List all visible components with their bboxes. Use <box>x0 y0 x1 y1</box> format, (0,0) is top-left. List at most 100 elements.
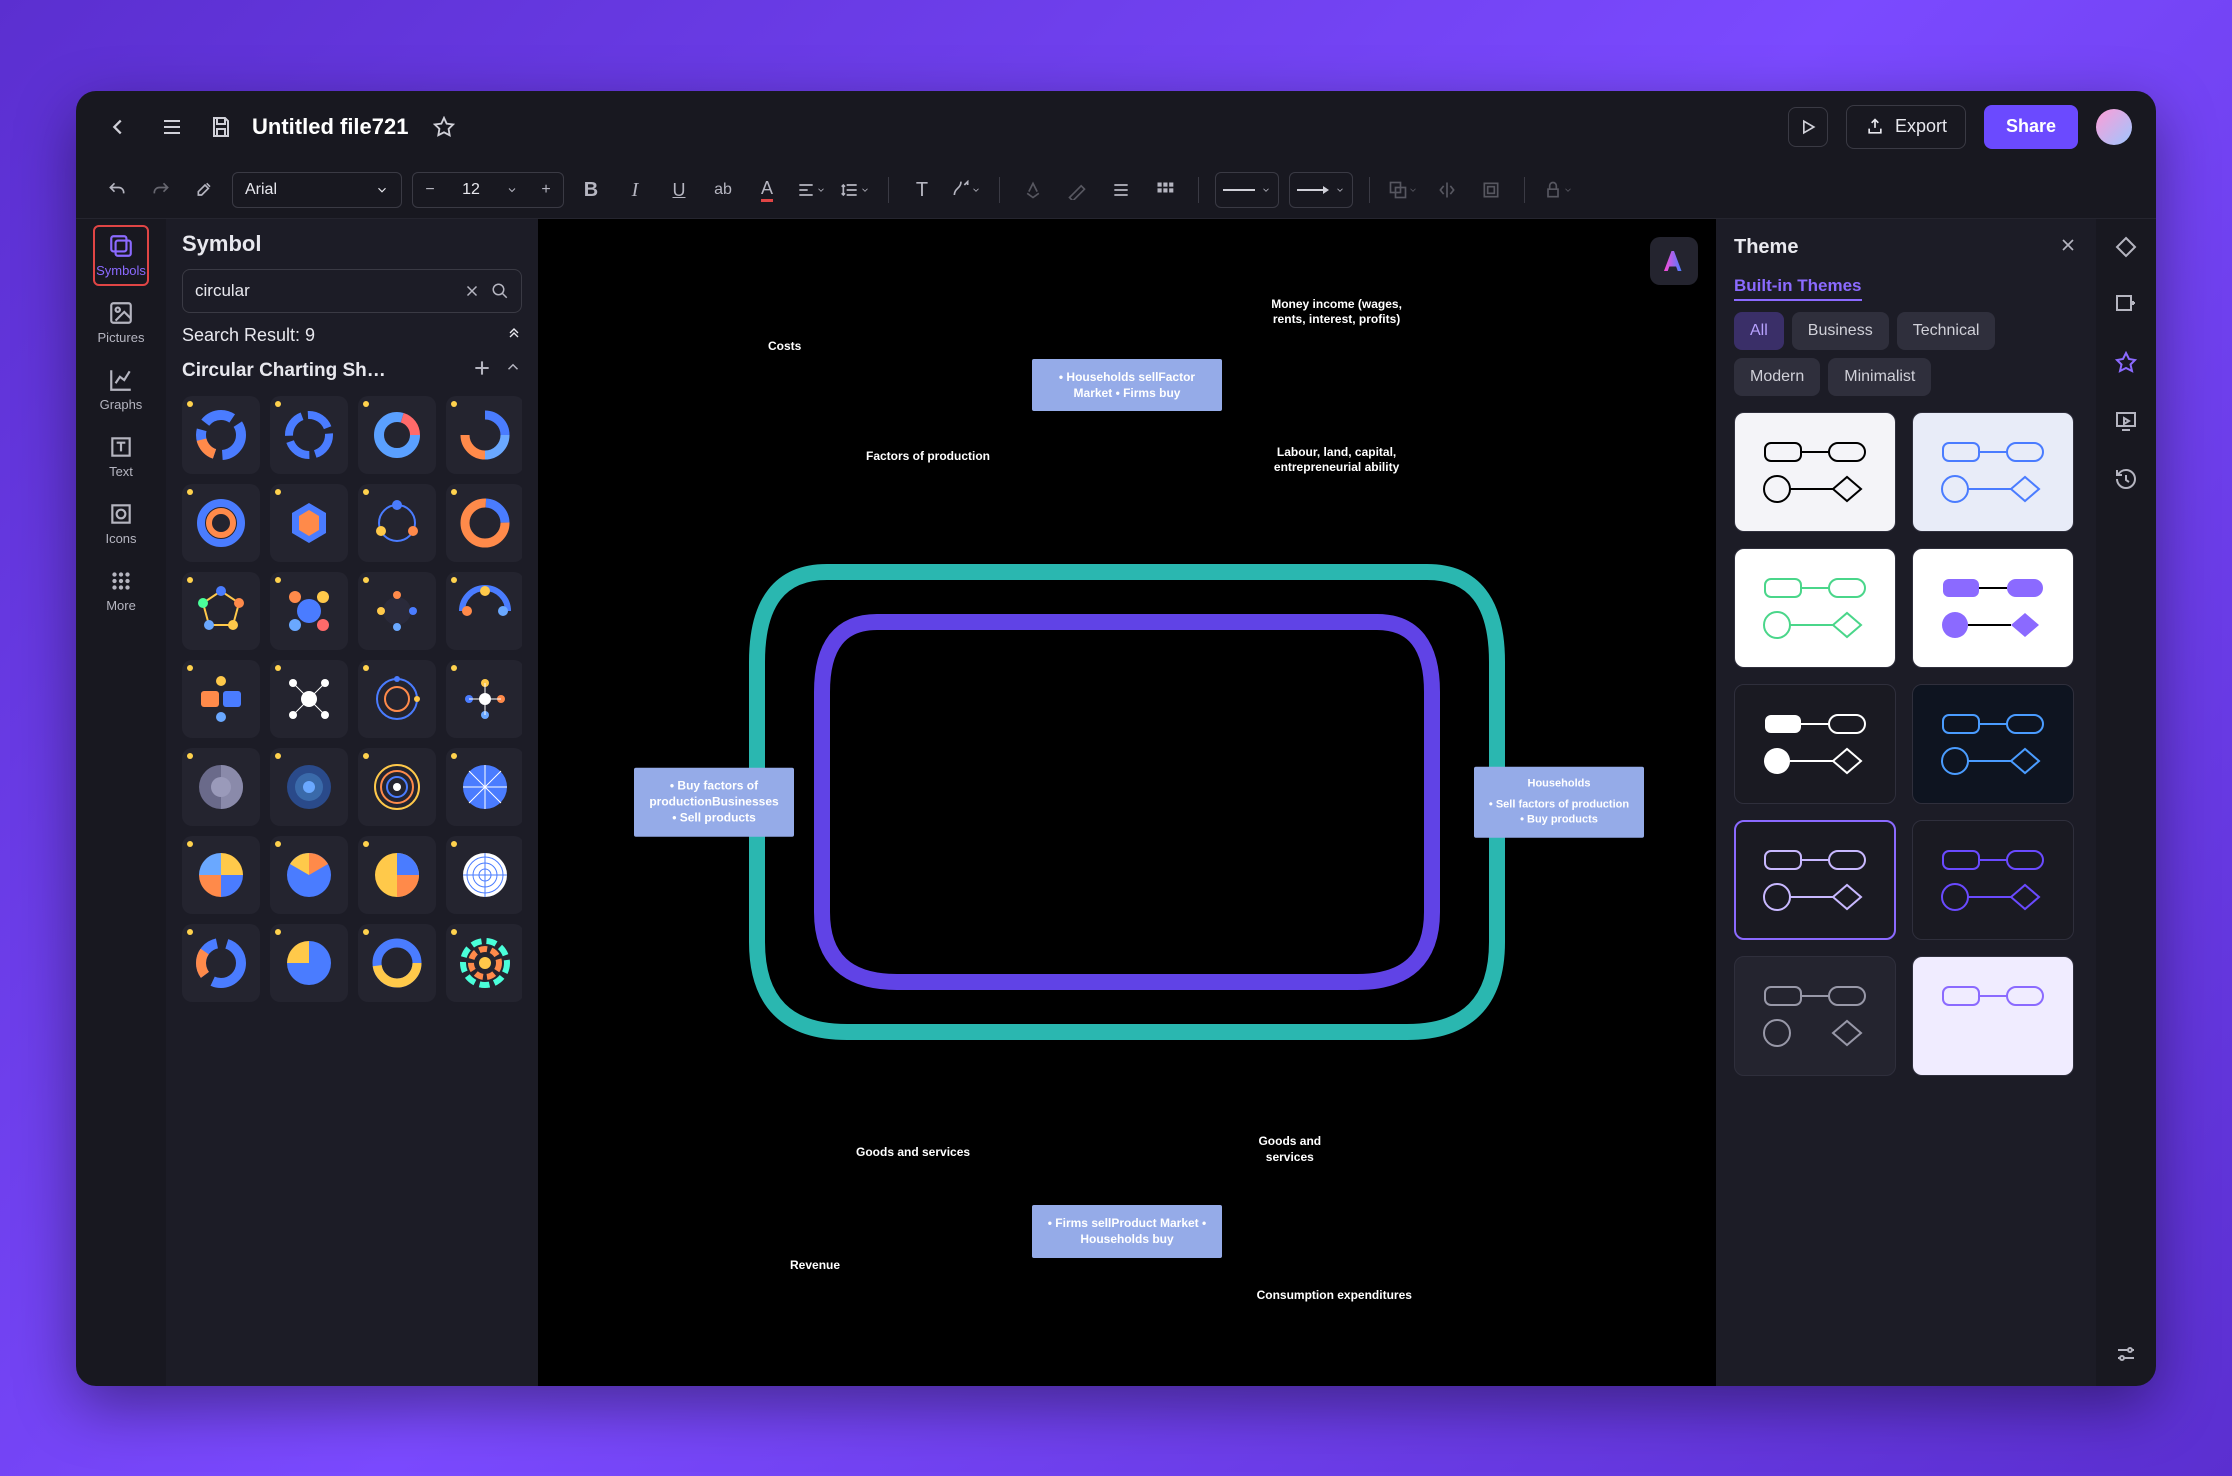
symbol-thumb[interactable] <box>446 572 522 650</box>
rail-icons[interactable]: Icons <box>93 493 149 554</box>
share-button[interactable]: Share <box>1984 105 2078 149</box>
box-product-market[interactable]: • Firms sellProduct Market • Households … <box>1032 1205 1222 1257</box>
format-painter-button[interactable] <box>188 173 222 207</box>
symbol-thumb[interactable] <box>270 748 348 826</box>
rail-present-icon[interactable] <box>2110 405 2142 437</box>
symbol-thumb[interactable] <box>358 748 436 826</box>
line-style-select[interactable] <box>1215 172 1279 208</box>
symbol-thumb[interactable] <box>182 572 260 650</box>
search-clear-button[interactable] <box>463 282 481 300</box>
grid-button[interactable] <box>1148 173 1182 207</box>
rail-graphs[interactable]: Graphs <box>93 359 149 420</box>
symbol-thumb[interactable] <box>182 924 260 1002</box>
menu-button[interactable] <box>154 109 190 145</box>
filter-all[interactable]: All <box>1734 312 1784 350</box>
symbol-thumb[interactable] <box>446 660 522 738</box>
symbol-thumb[interactable] <box>446 836 522 914</box>
theme-card[interactable] <box>1734 548 1896 668</box>
collapse-result-button[interactable] <box>506 325 522 346</box>
box-businesses[interactable]: • Buy factors of productionBusinesses • … <box>634 768 794 837</box>
redo-button[interactable] <box>144 173 178 207</box>
list-button[interactable] <box>1104 173 1138 207</box>
symbol-thumb[interactable] <box>270 660 348 738</box>
user-avatar[interactable] <box>2096 109 2132 145</box>
font-size-increase[interactable]: + <box>529 173 563 207</box>
search-submit-button[interactable] <box>491 282 509 300</box>
canvas-area[interactable]: • Households sellFactor Market • Firms b… <box>538 219 1716 1386</box>
symbol-thumb[interactable] <box>182 748 260 826</box>
text-color-button[interactable]: A <box>750 173 784 207</box>
box-factor-market[interactable]: • Households sellFactor Market • Firms b… <box>1032 359 1222 411</box>
symbol-thumb[interactable] <box>446 748 522 826</box>
rail-text[interactable]: Text <box>93 426 149 487</box>
layers-button[interactable] <box>1386 173 1420 207</box>
italic-button[interactable]: I <box>618 173 652 207</box>
font-size-dropdown[interactable] <box>495 173 529 207</box>
undo-button[interactable] <box>100 173 134 207</box>
rail-settings-icon[interactable] <box>2110 1338 2142 1370</box>
star-button[interactable] <box>426 109 462 145</box>
filter-minimalist[interactable]: Minimalist <box>1828 358 1931 396</box>
theme-card[interactable] <box>1734 412 1896 532</box>
rail-theme-icon[interactable] <box>2110 347 2142 379</box>
symbol-thumb[interactable] <box>270 924 348 1002</box>
save-icon[interactable] <box>208 114 234 140</box>
lock-button[interactable] <box>1541 173 1575 207</box>
symbol-thumb[interactable] <box>270 484 348 562</box>
theme-card[interactable] <box>1734 956 1896 1076</box>
symbol-thumb[interactable] <box>270 572 348 650</box>
fill-button[interactable] <box>1016 173 1050 207</box>
ai-badge[interactable] <box>1650 237 1698 285</box>
theme-card-selected[interactable] <box>1734 820 1896 940</box>
filter-technical[interactable]: Technical <box>1897 312 1996 350</box>
theme-card[interactable] <box>1912 548 2074 668</box>
connector-button[interactable] <box>949 173 983 207</box>
filter-business[interactable]: Business <box>1792 312 1889 350</box>
rail-insert-icon[interactable] <box>2110 289 2142 321</box>
line-spacing-button[interactable] <box>838 173 872 207</box>
font-size-value[interactable]: 12 <box>447 181 495 199</box>
symbol-search-input[interactable] <box>195 281 453 301</box>
export-button[interactable]: Export <box>1846 105 1966 149</box>
symbol-thumb[interactable] <box>358 660 436 738</box>
symbol-thumb[interactable] <box>182 396 260 474</box>
theme-card[interactable] <box>1912 684 2074 804</box>
symbol-thumb[interactable] <box>446 484 522 562</box>
strikethrough-button[interactable]: ab <box>706 173 740 207</box>
rail-pictures[interactable]: Pictures <box>93 292 149 353</box>
symbol-thumb[interactable] <box>358 924 436 1002</box>
symbol-thumb[interactable] <box>446 396 522 474</box>
symbol-thumb[interactable] <box>358 484 436 562</box>
symbol-thumb[interactable] <box>358 396 436 474</box>
rail-history-icon[interactable] <box>2110 463 2142 495</box>
font-select[interactable]: Arial <box>232 172 402 208</box>
arrow-style-select[interactable] <box>1289 172 1353 208</box>
align-button[interactable] <box>794 173 828 207</box>
highlight-button[interactable] <box>1060 173 1094 207</box>
theme-card[interactable] <box>1912 820 2074 940</box>
present-button[interactable] <box>1788 107 1828 147</box>
symbol-thumb[interactable] <box>182 484 260 562</box>
symbol-thumb[interactable] <box>270 396 348 474</box>
flip-button[interactable] <box>1430 173 1464 207</box>
symbol-thumb[interactable] <box>358 836 436 914</box>
symbol-thumb[interactable] <box>446 924 522 1002</box>
symbol-thumb[interactable] <box>182 836 260 914</box>
rail-more[interactable]: More <box>93 560 149 621</box>
group-button[interactable] <box>1474 173 1508 207</box>
symbol-thumb[interactable] <box>182 660 260 738</box>
bold-button[interactable]: B <box>574 173 608 207</box>
symbol-thumb[interactable] <box>270 836 348 914</box>
text-tool-button[interactable]: T <box>905 173 939 207</box>
add-symbol-button[interactable] <box>472 358 492 384</box>
collapse-section-button[interactable] <box>504 358 522 384</box>
theme-card[interactable] <box>1912 412 2074 532</box>
symbol-thumb[interactable] <box>358 572 436 650</box>
box-households[interactable]: Households • Sell factors of production … <box>1474 767 1644 838</box>
font-size-decrease[interactable]: − <box>413 173 447 207</box>
theme-card[interactable] <box>1734 684 1896 804</box>
theme-tab-builtin[interactable]: Built-in Themes <box>1734 276 1862 301</box>
theme-card[interactable] <box>1912 956 2074 1076</box>
back-button[interactable] <box>100 109 136 145</box>
underline-button[interactable]: U <box>662 173 696 207</box>
